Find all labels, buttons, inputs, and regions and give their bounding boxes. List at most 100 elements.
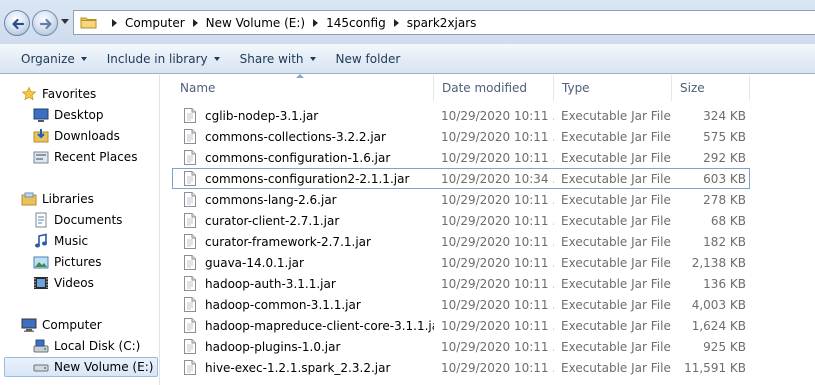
nav-favorites-label: Favorites	[42, 87, 97, 101]
file-row[interactable]: guava-14.0.1.jar 10/29/2020 10:11 ... Ex…	[172, 252, 815, 273]
address-box[interactable]: Computer New Volume (E:) 145config spark…	[73, 10, 815, 35]
file-size: 4,003 KB	[691, 297, 746, 312]
file-type: Executable Jar File	[561, 213, 671, 228]
nav-videos-label: Videos	[54, 276, 94, 290]
breadcrumb-separator-icon[interactable]	[393, 18, 399, 27]
file-name: cglib-nodep-3.1.jar	[205, 108, 319, 123]
nav-downloads[interactable]: Downloads	[33, 126, 120, 146]
column-header-date-modified[interactable]: Date modified	[434, 75, 554, 101]
recent-pages-dropdown-icon[interactable]	[61, 19, 69, 24]
folder-icon	[80, 17, 97, 29]
new-folder-button[interactable]: New folder	[326, 52, 411, 66]
file-name: hadoop-auth-3.1.1.jar	[205, 276, 336, 291]
nav-music[interactable]: Music	[33, 231, 88, 251]
nav-computer[interactable]: Computer	[21, 315, 102, 335]
file-row[interactable]: hadoop-auth-3.1.1.jar 10/29/2020 10:11 .…	[172, 273, 815, 294]
jar-file-icon	[184, 171, 196, 186]
jar-file-icon	[184, 213, 196, 228]
breadcrumb-separator-icon[interactable]	[192, 18, 198, 27]
file-row[interactable]: curator-framework-2.7.1.jar 10/29/2020 1…	[172, 231, 815, 252]
back-button[interactable]	[4, 10, 30, 36]
column-header-size[interactable]: Size	[672, 75, 750, 101]
file-row[interactable]: commons-lang-2.6.jar 10/29/2020 10:11 ..…	[172, 189, 815, 210]
file-date: 10/29/2020 10:11 ...	[441, 150, 554, 165]
breadcrumb-new-volume[interactable]: New Volume (E:)	[206, 16, 305, 30]
file-name-cell: curator-framework-2.7.1.jar	[172, 234, 434, 249]
nav-desktop[interactable]: Desktop	[33, 105, 104, 125]
forward-button[interactable]	[32, 10, 58, 36]
jar-file-icon	[184, 150, 196, 165]
file-row[interactable]: commons-configuration2-2.1.1.jar 10/29/2…	[172, 168, 750, 189]
breadcrumb-computer[interactable]: Computer	[125, 16, 185, 30]
column-header-type-label: Type	[562, 81, 590, 95]
file-row[interactable]: cglib-nodep-3.1.jar 10/29/2020 10:11 ...…	[172, 105, 815, 126]
nav-libraries[interactable]: Libraries	[21, 189, 94, 209]
nav-favorites[interactable]: Favorites	[21, 84, 96, 104]
file-date: 10/29/2020 10:11 ...	[441, 360, 554, 375]
column-header-type[interactable]: Type	[554, 75, 672, 101]
breadcrumb-separator-icon[interactable]	[313, 18, 319, 27]
nav-documents[interactable]: Documents	[33, 210, 122, 230]
jar-file-icon	[184, 360, 196, 375]
column-header-name[interactable]: Name	[172, 74, 434, 101]
nav-documents-label: Documents	[54, 213, 123, 227]
file-size: 182 KB	[703, 234, 746, 249]
music-icon	[35, 233, 47, 248]
file-size: 136 KB	[703, 276, 746, 291]
desktop-icon	[33, 108, 49, 122]
file-size: 68 KB	[710, 213, 746, 228]
file-row[interactable]: hadoop-plugins-1.0.jar 10/29/2020 10:11 …	[172, 336, 815, 357]
breadcrumb-separator-icon[interactable]	[112, 18, 117, 27]
jar-file-icon	[184, 129, 196, 144]
jar-file-icon	[184, 192, 196, 207]
pictures-icon	[33, 256, 49, 269]
file-type: Executable Jar File	[561, 108, 671, 123]
address-bar: Computer New Volume (E:) 145config spark…	[0, 0, 815, 44]
file-type: Executable Jar File	[561, 255, 671, 270]
file-date: 10/29/2020 10:11 ...	[441, 255, 554, 270]
file-name-cell: commons-configuration2-2.1.1.jar	[172, 171, 434, 186]
nav-new-volume-e[interactable]: New Volume (E:)	[4, 357, 158, 377]
jar-file-icon	[184, 276, 196, 291]
file-name-cell: curator-client-2.7.1.jar	[172, 213, 434, 228]
file-name-cell: commons-collections-3.2.2.jar	[172, 129, 434, 144]
nav-libraries-label: Libraries	[42, 192, 94, 206]
file-name-cell: cglib-nodep-3.1.jar	[172, 108, 434, 123]
column-header-name-label: Name	[180, 81, 216, 95]
nav-local-disk-c[interactable]: Local Disk (C:)	[33, 336, 140, 356]
include-in-library-button[interactable]: Include in library	[97, 52, 230, 66]
organize-button[interactable]: Organize	[0, 52, 97, 66]
breadcrumb-145config[interactable]: 145config	[326, 16, 386, 30]
nav-desktop-label: Desktop	[54, 108, 104, 122]
file-name-cell: commons-lang-2.6.jar	[172, 192, 434, 207]
file-name-cell: hadoop-mapreduce-client-core-3.1.1.jar	[172, 318, 434, 333]
file-name-cell: hadoop-plugins-1.0.jar	[172, 339, 434, 354]
file-name: guava-14.0.1.jar	[205, 255, 304, 270]
downloads-icon	[33, 129, 49, 143]
file-row[interactable]: curator-client-2.7.1.jar 10/29/2020 10:1…	[172, 210, 815, 231]
nav-recent-places[interactable]: Recent Places	[33, 147, 137, 167]
file-row[interactable]: hadoop-common-3.1.1.jar 10/29/2020 10:11…	[172, 294, 815, 315]
file-size: 278 KB	[703, 192, 746, 207]
breadcrumb-spark2xjars[interactable]: spark2xjars	[407, 16, 477, 30]
file-name: commons-lang-2.6.jar	[205, 192, 337, 207]
nav-videos[interactable]: Videos	[33, 273, 94, 293]
share-with-button[interactable]: Share with	[230, 52, 326, 66]
nav-recent-places-label: Recent Places	[54, 150, 138, 164]
file-row[interactable]: commons-collections-3.2.2.jar 10/29/2020…	[172, 126, 815, 147]
nav-pictures[interactable]: Pictures	[33, 252, 102, 272]
file-row[interactable]: commons-configuration-1.6.jar 10/29/2020…	[172, 147, 815, 168]
nav-new-volume-label: New Volume (E:)	[54, 360, 154, 374]
file-size: 292 KB	[703, 150, 746, 165]
file-size: 575 KB	[703, 129, 746, 144]
star-icon	[21, 86, 37, 101]
local-disk-icon	[33, 339, 49, 353]
file-type: Executable Jar File	[561, 192, 671, 207]
file-size: 603 KB	[703, 171, 746, 186]
file-row[interactable]: hive-exec-1.2.1.spark_2.3.2.jar 10/29/20…	[172, 357, 815, 378]
file-size: 11,591 KB	[684, 360, 746, 375]
column-header-date-label: Date modified	[442, 81, 528, 95]
file-name: commons-configuration2-2.1.1.jar	[205, 171, 410, 186]
file-row[interactable]: hadoop-mapreduce-client-core-3.1.1.jar 1…	[172, 315, 815, 336]
jar-file-icon	[184, 255, 196, 270]
